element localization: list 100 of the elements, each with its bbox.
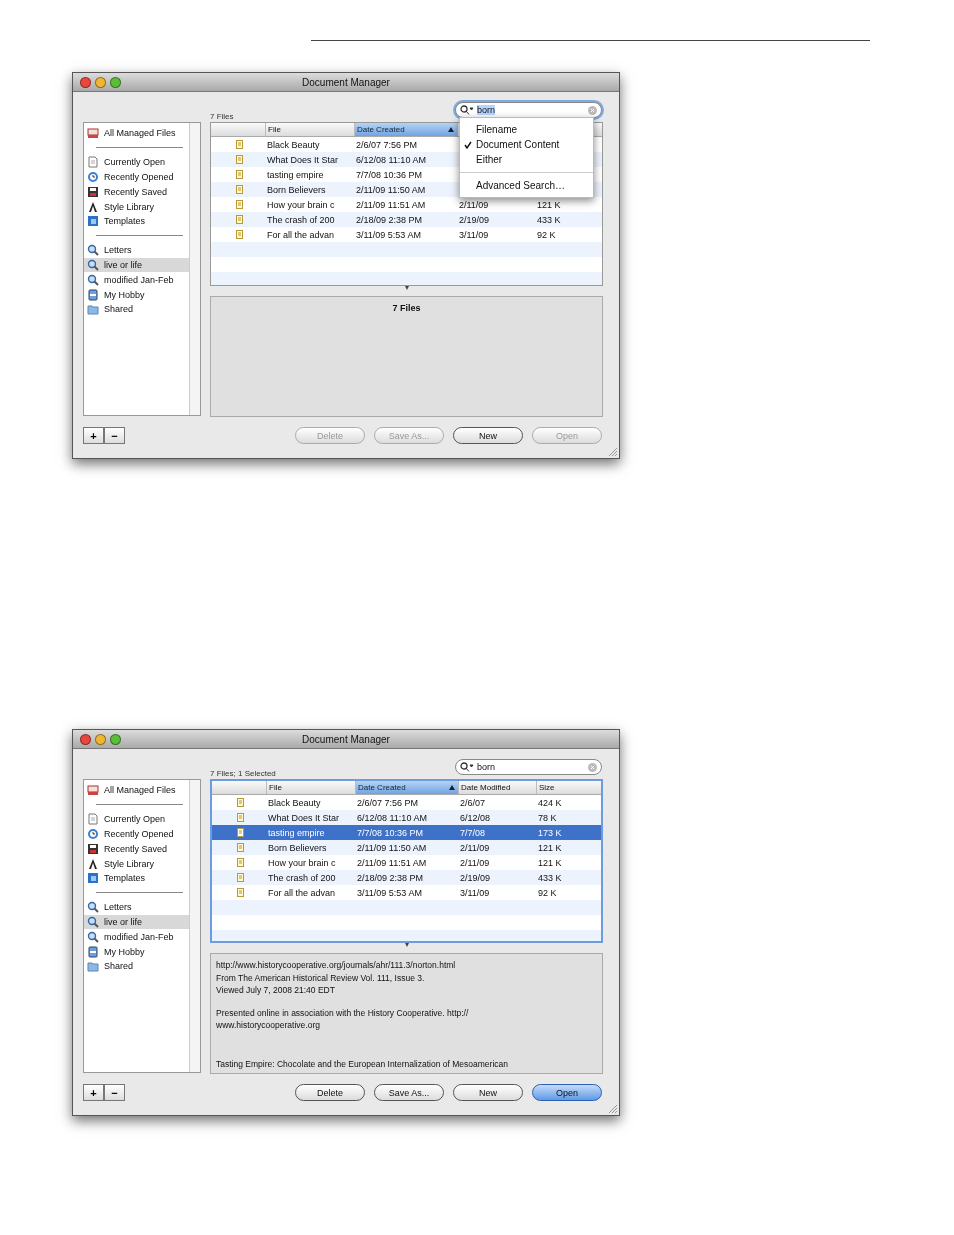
sidebar-item[interactable]: Shared [84, 301, 189, 317]
resize-grip-icon[interactable] [608, 447, 617, 456]
letter-icon [87, 857, 99, 870]
dialog-button[interactable]: Open [532, 1084, 602, 1101]
book-icon [87, 288, 99, 301]
file-name[interactable]: Black Beauty [266, 797, 355, 808]
search-field[interactable]: born [455, 759, 602, 775]
file-name[interactable]: Black Beauty [265, 139, 354, 150]
sidebar-item[interactable]: All Managed Files [84, 126, 189, 141]
file-name[interactable]: For all the advan [265, 229, 354, 240]
close-button[interactable] [80, 76, 91, 88]
add-button[interactable]: + [83, 1084, 104, 1101]
sidebar-item[interactable]: Templates [84, 214, 189, 229]
column-header[interactable]: Date Created [354, 123, 457, 136]
file-size: 433 K [537, 872, 563, 883]
remove-button[interactable]: − [104, 1084, 125, 1101]
sidebar-item[interactable]: Recently Opened [84, 826, 189, 842]
zoom-button[interactable] [110, 733, 121, 745]
date-created: 2/11/09 11:50 AM [356, 842, 428, 853]
date-modified: 2/19/09 [458, 214, 491, 225]
sidebar-item[interactable]: live or life [84, 257, 189, 273]
scrollbar-track[interactable] [189, 780, 200, 1072]
search-icon[interactable] [460, 105, 474, 115]
menu-item[interactable]: Document Content [460, 137, 593, 152]
file-name[interactable]: How your brain c [266, 857, 355, 868]
zoom-button[interactable] [110, 76, 121, 88]
file-name[interactable]: How your brain c [265, 199, 354, 210]
sidebar-item[interactable]: Templates [84, 871, 189, 886]
column-header[interactable]: Size [536, 781, 601, 794]
date-created: 7/7/08 10:36 PM [355, 169, 424, 180]
remove-button[interactable]: − [104, 427, 125, 444]
file-size: 121 K [537, 842, 563, 853]
scrollbar-track[interactable] [189, 123, 200, 415]
sidebar-item[interactable]: live or life [84, 914, 189, 930]
window-title: Document Manager [302, 76, 390, 88]
date-modified: 3/11/09 [458, 229, 490, 240]
page-icon [87, 156, 99, 169]
file-name[interactable]: The crash of 200 [266, 872, 355, 883]
column-header[interactable]: Date Created [355, 781, 458, 794]
sidebar-item[interactable]: Recently Saved [84, 841, 189, 857]
template-icon [87, 872, 99, 885]
file-size: 121 K [536, 199, 562, 210]
search-icon [87, 930, 99, 943]
date-modified: 2/11/09 [459, 842, 491, 853]
file-size: 92 K [537, 887, 558, 898]
resize-grip-icon[interactable] [608, 1104, 617, 1113]
sidebar-item[interactable]: All Managed Files [84, 783, 189, 798]
sidebar-item[interactable]: Currently Open [84, 811, 189, 827]
file-name[interactable]: Born Believers [265, 184, 354, 195]
menu-item[interactable]: Either [460, 152, 593, 167]
menu-item[interactable]: Advanced Search… [460, 178, 593, 193]
dialog-button[interactable]: New [453, 1084, 523, 1101]
file-name[interactable]: What Does It Star [265, 154, 354, 165]
file-name[interactable]: The crash of 200 [265, 214, 354, 225]
sidebar-item[interactable]: Currently Open [84, 154, 189, 170]
file-name[interactable]: tasting empire [266, 827, 355, 838]
sidebar-item[interactable]: Style Library [84, 199, 189, 214]
file-name[interactable]: tasting empire [265, 169, 354, 180]
clock-icon [87, 171, 99, 183]
close-button[interactable] [80, 733, 91, 745]
file-name[interactable]: Born Believers [266, 842, 355, 853]
sidebar-item[interactable]: Recently Opened [84, 169, 189, 185]
dialog-button[interactable]: New [453, 427, 523, 444]
date-created: 3/11/09 5:53 AM [355, 229, 422, 240]
folder-icon [87, 960, 99, 973]
letter-icon [87, 200, 99, 213]
clear-icon[interactable] [588, 105, 597, 115]
sidebar-item[interactable]: modified Jan-Feb [84, 929, 189, 945]
window-title: Document Manager [302, 733, 390, 745]
note-paragraph: Tasting Empire: Chocolate and the European Internalization of Mesoamerican [216, 1057, 509, 1070]
column-header[interactable]: Date Modified [458, 781, 536, 794]
dialog-button[interactable]: Save As... [374, 1084, 444, 1101]
date-created: 2/18/09 2:38 PM [356, 872, 425, 883]
template-icon [87, 215, 99, 228]
minimize-button[interactable] [95, 76, 106, 88]
sidebar-item[interactable]: My Hobby [84, 287, 189, 302]
date-created: 2/18/09 2:38 PM [355, 214, 424, 225]
date-modified: 2/19/09 [459, 872, 492, 883]
add-button[interactable]: + [83, 427, 104, 444]
date-modified: 2/11/09 [458, 199, 490, 210]
search-field[interactable]: born [455, 102, 602, 118]
file-name[interactable]: For all the advan [266, 887, 355, 898]
menu-item[interactable]: Filename [460, 122, 593, 137]
sidebar-item[interactable]: modified Jan-Feb [84, 272, 189, 288]
dialog-button[interactable]: Delete [295, 1084, 365, 1101]
date-created: 2/11/09 11:51 AM [356, 857, 428, 868]
sidebar-item[interactable]: Letters [84, 899, 189, 915]
sidebar-item[interactable]: Shared [84, 958, 189, 974]
drive-icon [87, 784, 99, 797]
checkmark-icon [464, 140, 472, 149]
sidebar-item[interactable]: Style Library [84, 856, 189, 871]
sidebar-item[interactable]: Letters [84, 242, 189, 258]
search-icon[interactable] [460, 762, 474, 772]
minimize-button[interactable] [95, 733, 106, 745]
file-count: 7 Files [210, 112, 234, 121]
sidebar-item[interactable]: Recently Saved [84, 184, 189, 200]
date-modified: 2/6/07 [459, 797, 487, 808]
clock-icon [87, 828, 99, 840]
file-name[interactable]: What Does It Star [266, 812, 355, 823]
sidebar-item[interactable]: My Hobby [84, 944, 189, 959]
